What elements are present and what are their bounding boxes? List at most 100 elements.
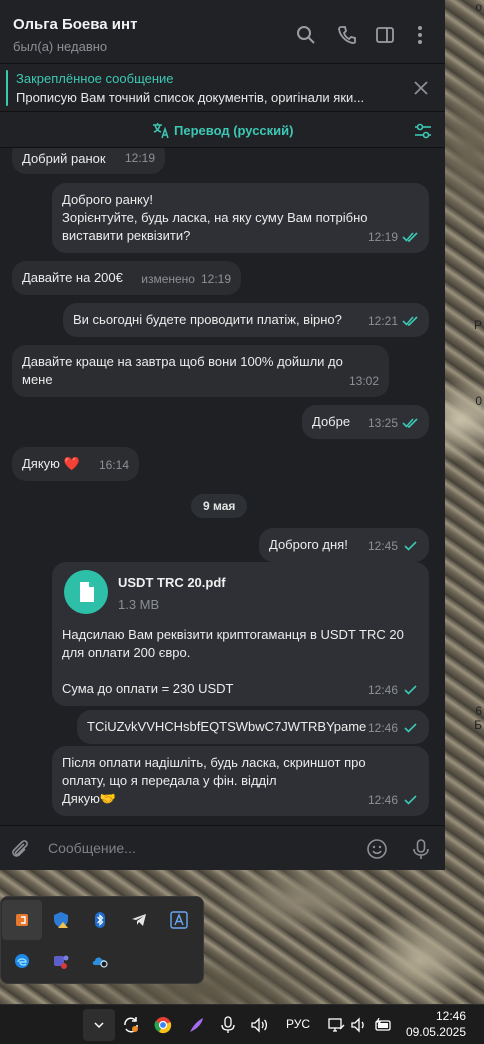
office-glyph <box>16 914 28 926</box>
sidebar-icon[interactable] <box>375 25 395 45</box>
message-input[interactable]: Сообщение... <box>48 840 136 856</box>
message-meta: 12:19 <box>368 228 419 246</box>
clock-date: 09.05.2025 <box>405 1025 466 1039</box>
message-time: 13:25 <box>367 416 398 430</box>
edited-label: изменено <box>141 272 195 286</box>
pinned-message[interactable]: Закреплённое сообщение Прописую Вам точн… <box>0 64 445 112</box>
filter-settings-icon[interactable] <box>413 121 433 141</box>
chat-header[interactable]: Ольга Боева инт был(а) недавно <box>0 0 445 64</box>
speaker-glyph <box>351 1017 364 1033</box>
taskbar-clock[interactable]: 12:46 09.05.2025 <box>406 1008 466 1040</box>
message-outgoing[interactable]: Ви сьогодні будете проводити платіж, вір… <box>63 303 429 337</box>
edge-icon[interactable] <box>2 941 42 981</box>
wallpaper-text: о <box>475 0 482 14</box>
message-outgoing[interactable]: Доброго ранку! Зорієнтуйте, будь ласка, … <box>52 183 429 253</box>
clock-time: 12:46 <box>435 1009 466 1023</box>
sync-icon[interactable] <box>115 1009 147 1041</box>
emoji-icon[interactable] <box>366 838 388 860</box>
chat-status: был(а) недавно <box>13 39 108 54</box>
translate-button[interactable]: Перевод (русский) <box>152 121 293 139</box>
translate-label: Перевод (русский) <box>174 122 294 138</box>
tray-overflow-popup <box>0 896 204 984</box>
message-incoming[interactable]: Добрий ранок 12:19 <box>12 148 165 174</box>
translate-icon <box>153 123 169 139</box>
battery-glyph <box>375 1018 391 1031</box>
security-warning-icon[interactable] <box>41 900 81 940</box>
message-text: Після оплати надішліть, будь ласка, скри… <box>62 755 366 806</box>
double-check-icon <box>402 316 418 326</box>
feather-glyph <box>190 1018 203 1032</box>
single-check-icon <box>404 541 417 551</box>
message-meta: 13:25 <box>368 414 419 432</box>
bluetooth-glyph <box>95 912 105 928</box>
teams-glyph <box>54 955 69 969</box>
close-icon[interactable] <box>411 78 431 98</box>
mic-glyph <box>221 1016 235 1033</box>
message-meta: 12:21 <box>368 312 419 330</box>
message-time: 16:14 <box>98 458 129 472</box>
sync-glyph <box>124 1017 138 1033</box>
message-time: 12:46 <box>367 683 398 697</box>
wallpaper-text: 0 <box>475 394 482 408</box>
date-separator: 9 мая <box>191 494 248 518</box>
pinned-text: Прописую Вам точний список документів, о… <box>16 90 365 105</box>
feather-icon[interactable] <box>180 1009 212 1041</box>
more-icon[interactable] <box>410 25 430 45</box>
message-meta: 12:46 <box>368 791 419 809</box>
chat-name[interactable]: Ольга Боева инт <box>13 16 137 33</box>
microphone-tray-icon[interactable] <box>212 1009 244 1041</box>
single-check-icon <box>404 723 417 733</box>
phone-icon[interactable] <box>337 25 357 45</box>
double-check-icon <box>402 418 418 428</box>
message-time: 12:19 <box>367 230 398 244</box>
pinned-indicator <box>6 70 8 106</box>
message-outgoing[interactable]: TCiUZvkVVHCHsbfEQTSWbwC7JWTRBYpame 12:46 <box>77 710 429 744</box>
file-icon[interactable] <box>64 570 108 614</box>
onedrive-glyph <box>92 957 108 968</box>
message-list[interactable]: Добрий ранок 12:19 Доброго ранку! Зорієн… <box>0 148 445 825</box>
tray-overflow-button[interactable] <box>83 1009 115 1041</box>
message-meta: изменено 12:19 <box>141 270 231 288</box>
message-time: 12:46 <box>367 721 398 735</box>
file-name[interactable]: USDT TRC 20.pdf <box>118 574 226 592</box>
translate-app-glyph <box>170 911 188 929</box>
bluetooth-icon[interactable] <box>80 900 120 940</box>
message-incoming[interactable]: Дякую ❤️ 16:14 <box>12 447 139 481</box>
message-outgoing[interactable]: Доброго дня! 12:45 <box>259 528 429 562</box>
double-check-icon <box>402 232 418 242</box>
message-time: 12:19 <box>124 151 155 165</box>
message-time: 13:02 <box>348 374 379 388</box>
message-meta: 12:46 <box>368 719 419 737</box>
telegram-glyph <box>132 914 146 926</box>
shield-warning-glyph <box>54 912 68 928</box>
chrome-icon[interactable] <box>147 1009 179 1041</box>
search-icon[interactable] <box>296 25 316 45</box>
wallpaper-text: 6 <box>475 704 482 718</box>
teams-icon[interactable] <box>41 941 81 981</box>
microphone-icon[interactable] <box>410 838 432 860</box>
office-icon[interactable] <box>2 900 42 940</box>
message-composer: Сообщение... <box>0 825 445 870</box>
message-meta: 12:46 <box>368 681 419 699</box>
message-meta: 16:14 <box>99 456 129 474</box>
chevron-down-icon <box>94 1022 104 1029</box>
input-language[interactable]: РУС <box>286 1017 310 1031</box>
message-incoming[interactable]: Давайте на 200€ изменено 12:19 <box>12 261 241 295</box>
speaker-glyph <box>251 1017 268 1033</box>
battery-icon[interactable] <box>367 1009 399 1041</box>
telegram-window: Ольга Боева инт был(а) недавно Закреплён… <box>0 0 445 870</box>
message-file[interactable]: USDT TRC 20.pdf 1.3 MB Надсилаю Вам рекв… <box>52 562 429 706</box>
attach-icon[interactable] <box>9 838 31 860</box>
translate-app-icon[interactable] <box>159 900 199 940</box>
message-outgoing[interactable]: Добре 13:25 <box>302 405 429 439</box>
file-size: 1.3 MB <box>118 597 160 612</box>
telegram-icon[interactable] <box>119 900 159 940</box>
wallpaper-text: Б <box>474 718 482 732</box>
message-outgoing[interactable]: Після оплати надішліть, будь ласка, скри… <box>52 746 429 816</box>
message-text: Давайте краще на завтра щоб вони 100% до… <box>22 354 343 387</box>
message-incoming[interactable]: Давайте краще на завтра щоб вони 100% до… <box>12 345 389 397</box>
onedrive-icon[interactable] <box>80 941 120 981</box>
volume-icon[interactable] <box>243 1009 275 1041</box>
chrome-glyph <box>154 1017 172 1034</box>
pinned-title: Закреплённое сообщение <box>16 71 174 86</box>
